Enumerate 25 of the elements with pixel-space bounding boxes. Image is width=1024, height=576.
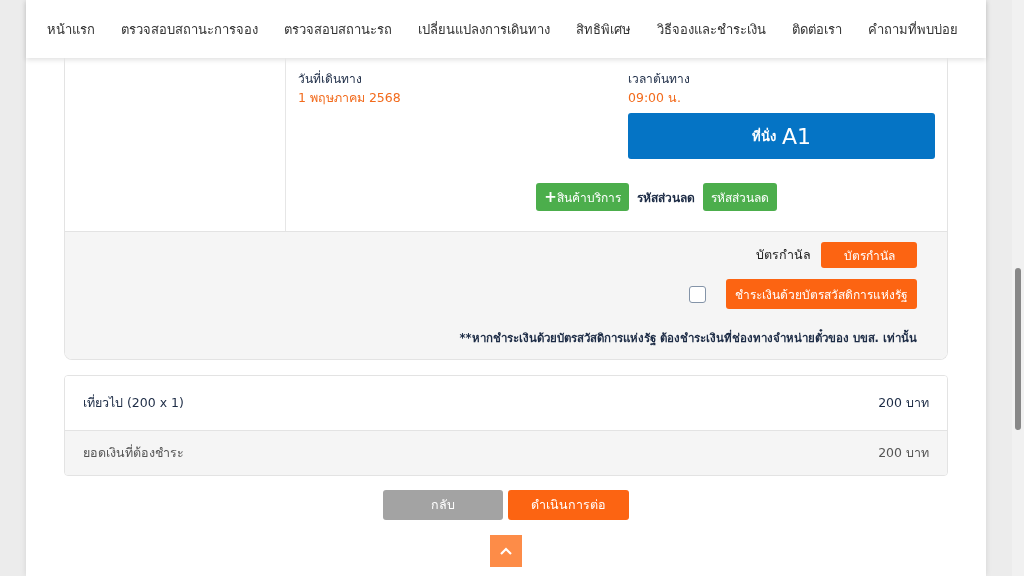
nav-link[interactable]: ตรวจสอบสถานะการจอง: [121, 18, 258, 40]
summary-amount: 200 บาท: [878, 444, 929, 462]
seat-button[interactable]: ที่นั่ง A1: [628, 113, 935, 159]
nav-link[interactable]: คำถามที่พบบ่อย: [868, 18, 958, 40]
travel-date: 1 พฤษภาคม 2568: [298, 89, 401, 107]
summary-label: เที่ยวไป (200 x 1): [83, 393, 184, 412]
nav-link[interactable]: วิธีจองและชำระเงิน: [657, 18, 766, 40]
summary-amount: 200 บาท: [878, 394, 929, 412]
scrollbar[interactable]: [1012, 0, 1024, 576]
welfare-checkbox[interactable]: [689, 285, 706, 303]
nav-link[interactable]: เปลี่ยนแปลงการเดินทาง: [418, 18, 550, 40]
time-label: เวลาต้นทาง: [628, 71, 690, 88]
discount-label: รหัสส่วนลด: [636, 189, 695, 207]
nav-link[interactable]: สิทธิพิเศษ: [576, 18, 631, 40]
date-label: วันที่เดินทาง: [298, 70, 362, 88]
departure-time: 09:00 น.: [628, 89, 681, 107]
welfare-note: **หากชำระเงินด้วยบัตรสวัสดิการแห่งรัฐ ต้องชำระเงินที่ช่องทางจำหน่ายตั๋วของ บขส. เท่านั้น: [459, 329, 917, 347]
scrollbar-thumb[interactable]: [1015, 268, 1021, 430]
scroll-top-button[interactable]: [490, 535, 522, 567]
nav-link[interactable]: ติดต่อเรา: [792, 18, 842, 40]
nav-link[interactable]: หน้าแรก: [47, 18, 95, 40]
nav-link[interactable]: ตรวจสอบสถานะรถ: [284, 18, 392, 40]
summary-label: ยอดเงินที่ต้องชำระ: [83, 443, 184, 462]
chevron-up-icon: [500, 547, 512, 555]
voucher-label: บัตรกำนัล: [756, 246, 811, 264]
